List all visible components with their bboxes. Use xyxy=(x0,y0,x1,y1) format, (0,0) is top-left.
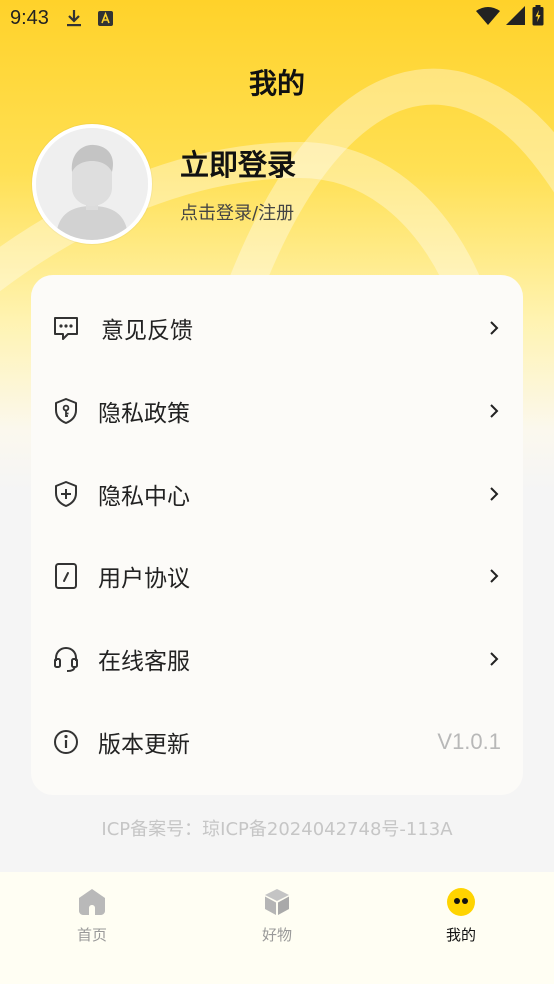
profile-face-icon xyxy=(445,886,477,918)
chevron-right-icon xyxy=(487,566,501,586)
tab-home[interactable]: 首页 xyxy=(32,886,152,952)
home-icon xyxy=(76,886,108,918)
menu-item-privacy-policy[interactable]: 隐私政策 xyxy=(31,370,523,452)
shield-plus-icon xyxy=(51,479,81,509)
menu-item-customer-service[interactable]: 在线客服 xyxy=(31,618,523,700)
default-avatar-icon xyxy=(36,128,148,240)
menu-item-version-update[interactable]: 版本更新 V1.0.1 xyxy=(31,701,523,783)
shield-key-icon xyxy=(51,396,81,426)
tab-label: 好物 xyxy=(261,926,292,944)
chevron-right-icon xyxy=(487,401,501,421)
menu-item-label: 用户协议 xyxy=(98,566,190,592)
chevron-right-icon xyxy=(487,484,501,504)
menu-item-user-agreement[interactable]: 用户协议 xyxy=(31,535,523,617)
info-icon xyxy=(51,727,81,757)
feedback-chat-icon xyxy=(51,313,81,343)
app-notification-icon xyxy=(97,10,114,27)
signal-icon xyxy=(506,5,526,31)
menu-item-label: 隐私中心 xyxy=(98,484,190,510)
menu-item-feedback[interactable]: 意见反馈 xyxy=(31,287,523,369)
chevron-right-icon xyxy=(487,318,501,338)
login-subtitle[interactable]: 点击登录/注册 xyxy=(180,199,294,225)
battery-icon xyxy=(532,5,544,31)
wifi-icon xyxy=(476,6,500,31)
menu-card: 意见反馈 隐私政策 隐私中心 用户协议 在线客服 版本更新 V1.0.1 xyxy=(31,275,523,795)
chevron-right-icon xyxy=(487,649,501,669)
tab-label: 首页 xyxy=(76,926,107,944)
menu-item-label: 意见反馈 xyxy=(101,318,193,344)
menu-item-label: 版本更新 xyxy=(98,732,190,758)
menu-item-privacy-center[interactable]: 隐私中心 xyxy=(31,453,523,535)
bottom-tab-bar: 首页 好物 我的 xyxy=(0,872,554,984)
login-title[interactable]: 立即登录 xyxy=(180,142,296,184)
document-edit-icon xyxy=(51,561,81,591)
page-title: 我的 xyxy=(248,67,305,100)
cube-icon xyxy=(261,886,293,918)
tab-mine[interactable]: 我的 xyxy=(401,886,521,952)
headset-icon xyxy=(51,644,81,674)
icp-record[interactable]: ICP备案号：琼ICP备2024042748号-113A xyxy=(0,815,554,841)
menu-item-label: 隐私政策 xyxy=(98,401,190,427)
menu-item-label: 在线客服 xyxy=(98,649,190,675)
status-time: 9:43 xyxy=(10,6,49,29)
avatar[interactable] xyxy=(32,124,152,244)
tab-label: 我的 xyxy=(445,926,476,944)
download-icon xyxy=(65,8,83,28)
tab-goods[interactable]: 好物 xyxy=(217,886,337,952)
status-right-icons xyxy=(476,5,544,31)
status-bar: 9:43 xyxy=(0,0,554,36)
version-value: V1.0.1 xyxy=(437,729,501,754)
